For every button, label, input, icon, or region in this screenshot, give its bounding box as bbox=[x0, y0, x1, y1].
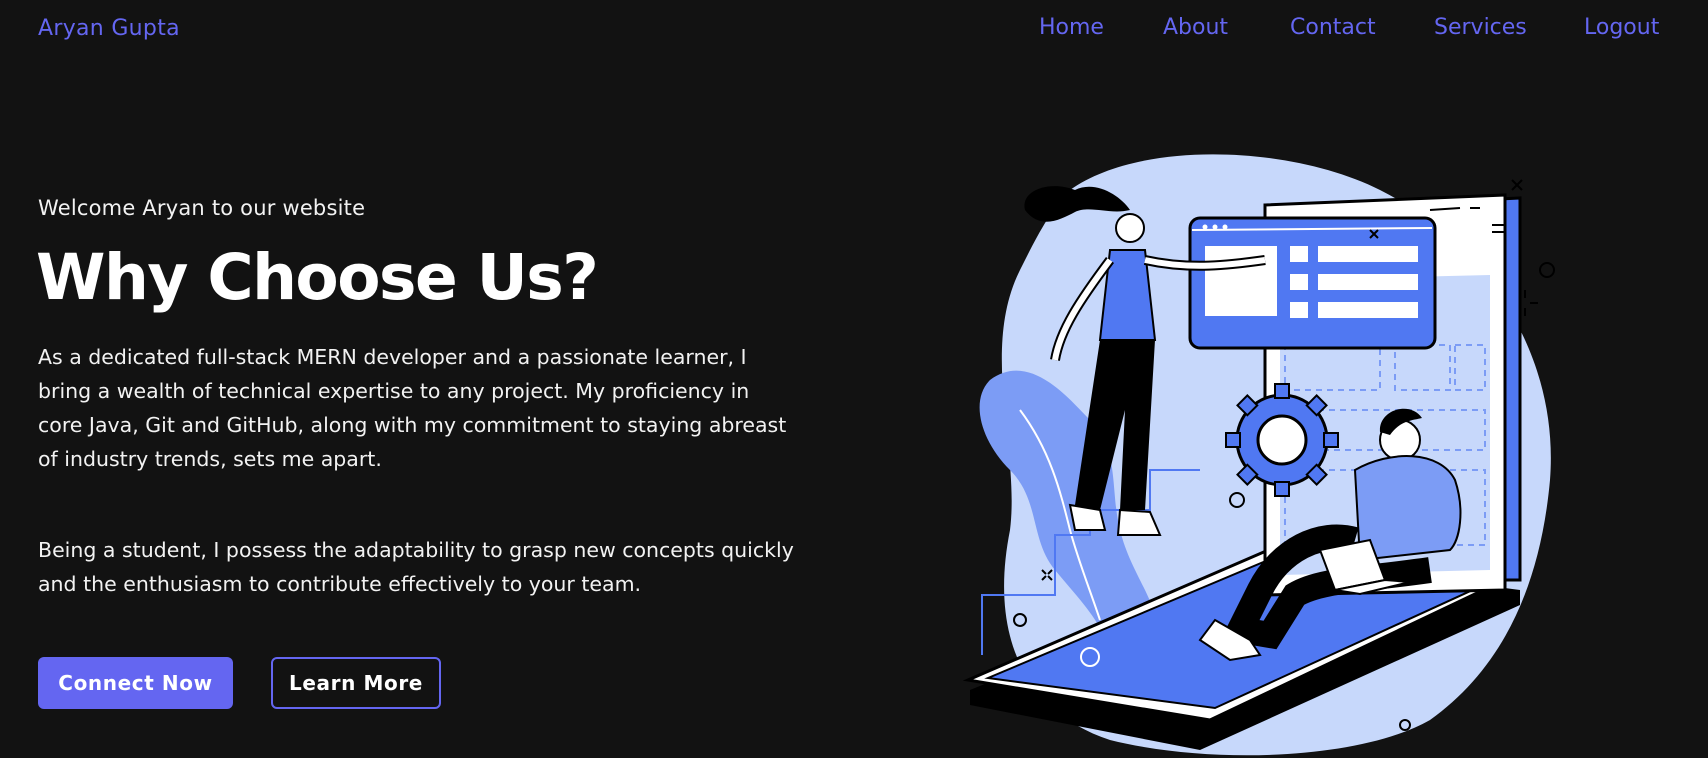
connect-now-button[interactable]: Connect Now bbox=[38, 657, 233, 709]
nav-logout[interactable]: Logout bbox=[1584, 15, 1659, 40]
nav-about[interactable]: About bbox=[1163, 15, 1228, 40]
gear-icon bbox=[1225, 383, 1339, 497]
page-title: Why Choose Us? bbox=[36, 241, 599, 314]
welcome-text: Welcome Aryan to our website bbox=[38, 196, 366, 220]
developers-with-phone-illustration bbox=[962, 154, 1555, 756]
main-nav: Home About Contact Services Logout bbox=[0, 15, 1708, 49]
page: Aryan Gupta Home About Contact Services … bbox=[0, 0, 1708, 758]
student-paragraph: Being a student, I possess the adaptabil… bbox=[38, 538, 794, 596]
learn-more-button[interactable]: Learn More bbox=[271, 657, 441, 709]
nav-services[interactable]: Services bbox=[1434, 15, 1527, 40]
intro-paragraph: As a dedicated full-stack MERN developer… bbox=[38, 345, 787, 471]
nav-contact[interactable]: Contact bbox=[1290, 15, 1376, 40]
nav-home[interactable]: Home bbox=[1039, 15, 1104, 40]
